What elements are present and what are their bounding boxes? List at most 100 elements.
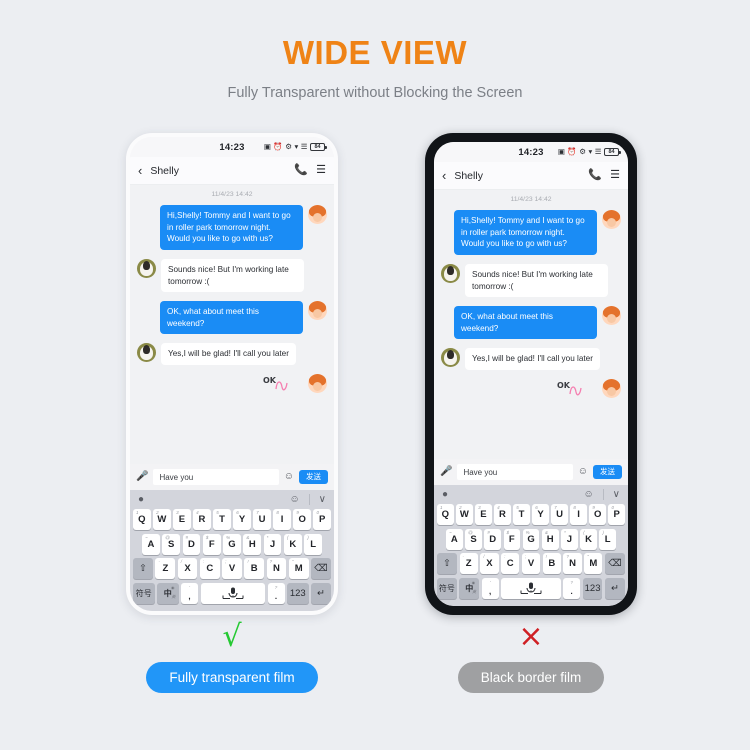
- key-v[interactable]: ; V: [222, 558, 242, 579]
- key-p[interactable]: 0P: [608, 504, 625, 525]
- key-s[interactable]: @ S: [465, 528, 482, 550]
- key-w[interactable]: 2W: [456, 504, 473, 525]
- key-e[interactable]: 3E: [475, 504, 492, 525]
- backspace-key[interactable]: ⌫: [311, 558, 332, 579]
- symbols-key[interactable]: 符号: [133, 582, 155, 604]
- key-o[interactable]: 9O: [589, 504, 606, 525]
- message-row-5-sticker: OK: [137, 374, 327, 394]
- key-c[interactable]: :C: [501, 553, 520, 574]
- enter-key[interactable]: ↵: [604, 577, 625, 599]
- key-l[interactable]: ) L: [304, 533, 323, 555]
- emoji-icon[interactable]: ☺: [578, 467, 588, 477]
- key-z[interactable]: -Z: [155, 558, 176, 579]
- key-u[interactable]: 7U: [551, 504, 568, 525]
- key-x[interactable]: / X: [480, 553, 499, 574]
- message-bubble-incoming: Sounds nice! But I'm working late tomorr…: [465, 263, 608, 298]
- key-d[interactable]: # D: [182, 533, 201, 555]
- key-f[interactable]: $ F: [202, 533, 221, 555]
- key-k[interactable]: (K: [580, 528, 597, 550]
- key-o[interactable]: 9O: [293, 509, 311, 530]
- backspace-key[interactable]: ⌫: [604, 553, 625, 574]
- key-n[interactable]: ? N: [563, 553, 582, 574]
- comma-key[interactable]: ' ,: [481, 577, 499, 599]
- key-c[interactable]: :C: [199, 558, 220, 579]
- key-n[interactable]: ? N: [266, 558, 287, 579]
- key-x[interactable]: / X: [177, 558, 198, 579]
- virtual-keyboard-left[interactable]: ● ☺ ∨ 1Q 2W 3E 4R 5T 6 Y 7 U 8 I 9 O 0 P…: [130, 490, 334, 611]
- key-y[interactable]: 6Y: [532, 504, 549, 525]
- period-key[interactable]: ? .: [563, 577, 581, 599]
- shift-key[interactable]: ⇧: [437, 553, 458, 574]
- shift-key[interactable]: ⇧: [132, 558, 153, 579]
- key-i[interactable]: 8I: [570, 504, 587, 525]
- key-m[interactable]: " M: [584, 553, 603, 574]
- key-t[interactable]: 5T: [513, 504, 530, 525]
- key-z[interactable]: -Z: [459, 553, 478, 574]
- key-d[interactable]: # D: [484, 528, 501, 550]
- menu-icon[interactable]: ☰: [316, 165, 326, 176]
- key-m[interactable]: " M: [288, 558, 309, 579]
- key-s[interactable]: @ S: [162, 533, 181, 555]
- period-key[interactable]: ? .: [267, 582, 285, 604]
- key-q[interactable]: 1Q: [437, 504, 454, 525]
- key-g[interactable]: % G: [522, 528, 540, 550]
- keyboard-settings-icon[interactable]: ●: [138, 494, 144, 505]
- keyboard-emoji-icon[interactable]: ☺: [289, 494, 299, 505]
- chat-message-list-right[interactable]: 11/4/23 14:42 Hi,Shelly! Tommy and I wan…: [434, 190, 628, 459]
- back-icon[interactable]: ‹: [138, 164, 142, 177]
- chevron-down-icon[interactable]: ∨: [613, 489, 620, 500]
- key-j[interactable]: * J: [561, 528, 578, 550]
- numbers-key[interactable]: 123: [582, 577, 603, 599]
- key-e[interactable]: 3E: [173, 509, 191, 530]
- keyboard-settings-icon[interactable]: ●: [442, 489, 448, 500]
- key-w[interactable]: 2W: [153, 509, 171, 530]
- key-r[interactable]: 4R: [494, 504, 511, 525]
- avatar: [602, 210, 621, 229]
- key-p[interactable]: 0P: [313, 509, 331, 530]
- chat-message-list-left[interactable]: 11/4/23 14:42 Hi,Shelly! Tommy and I wan…: [130, 185, 334, 464]
- virtual-keyboard-right[interactable]: ● ☺ ∨ 1Q 2W 3E 4R 5T 6 Y 7 U 8 I 9 O 0 P…: [434, 485, 628, 606]
- key-f[interactable]: $ F: [503, 528, 521, 550]
- key-a[interactable]: ~ A: [141, 533, 160, 555]
- comma-key[interactable]: ' ,: [181, 582, 198, 604]
- keyboard-emoji-icon[interactable]: ☺: [583, 489, 593, 500]
- menu-icon[interactable]: ☰: [610, 170, 620, 181]
- key-y[interactable]: 6Y: [233, 509, 251, 530]
- key-b[interactable]: ! B: [244, 558, 265, 579]
- numbers-key[interactable]: 123: [287, 582, 309, 604]
- key-b[interactable]: ! B: [542, 553, 561, 574]
- key-j[interactable]: * J: [263, 533, 282, 555]
- message-input[interactable]: Have you: [457, 464, 573, 480]
- phone-call-icon[interactable]: 📞: [588, 170, 602, 181]
- battery-icon: 84: [604, 148, 621, 156]
- avatar: [602, 379, 621, 399]
- key-h[interactable]: & H: [243, 533, 262, 555]
- space-key[interactable]: [200, 582, 265, 604]
- space-key[interactable]: [501, 577, 561, 599]
- key-i[interactable]: 8I: [273, 509, 291, 530]
- microphone-icon[interactable]: 🎤: [136, 472, 148, 482]
- key-l[interactable]: ) L: [599, 528, 617, 550]
- send-button[interactable]: 发送: [299, 470, 328, 484]
- language-toggle-key[interactable]: 中 ◉ 英: [459, 577, 480, 599]
- message-row-1: Hi,Shelly! Tommy and I want to go in rol…: [137, 205, 327, 250]
- key-h[interactable]: & H: [541, 528, 559, 550]
- emoji-icon[interactable]: ☺: [284, 472, 294, 482]
- microphone-icon[interactable]: 🎤: [440, 467, 452, 477]
- send-button[interactable]: 发送: [593, 465, 622, 479]
- message-input[interactable]: Have you: [153, 469, 279, 485]
- key-a[interactable]: ~ A: [445, 528, 463, 550]
- phone-call-icon[interactable]: 📞: [294, 165, 308, 176]
- language-toggle-key[interactable]: 中 ◉ 英: [157, 582, 179, 604]
- key-v[interactable]: ; V: [521, 553, 541, 574]
- enter-key[interactable]: ↵: [311, 582, 331, 604]
- key-k[interactable]: (K: [283, 533, 302, 555]
- key-g[interactable]: % G: [223, 533, 241, 555]
- key-q[interactable]: 1Q: [133, 509, 151, 530]
- back-icon[interactable]: ‹: [442, 169, 446, 182]
- key-u[interactable]: 7U: [253, 509, 271, 530]
- chevron-down-icon[interactable]: ∨: [319, 494, 326, 505]
- key-t[interactable]: 5T: [213, 509, 231, 530]
- symbols-key[interactable]: 符号: [437, 577, 457, 599]
- key-r[interactable]: 4R: [193, 509, 211, 530]
